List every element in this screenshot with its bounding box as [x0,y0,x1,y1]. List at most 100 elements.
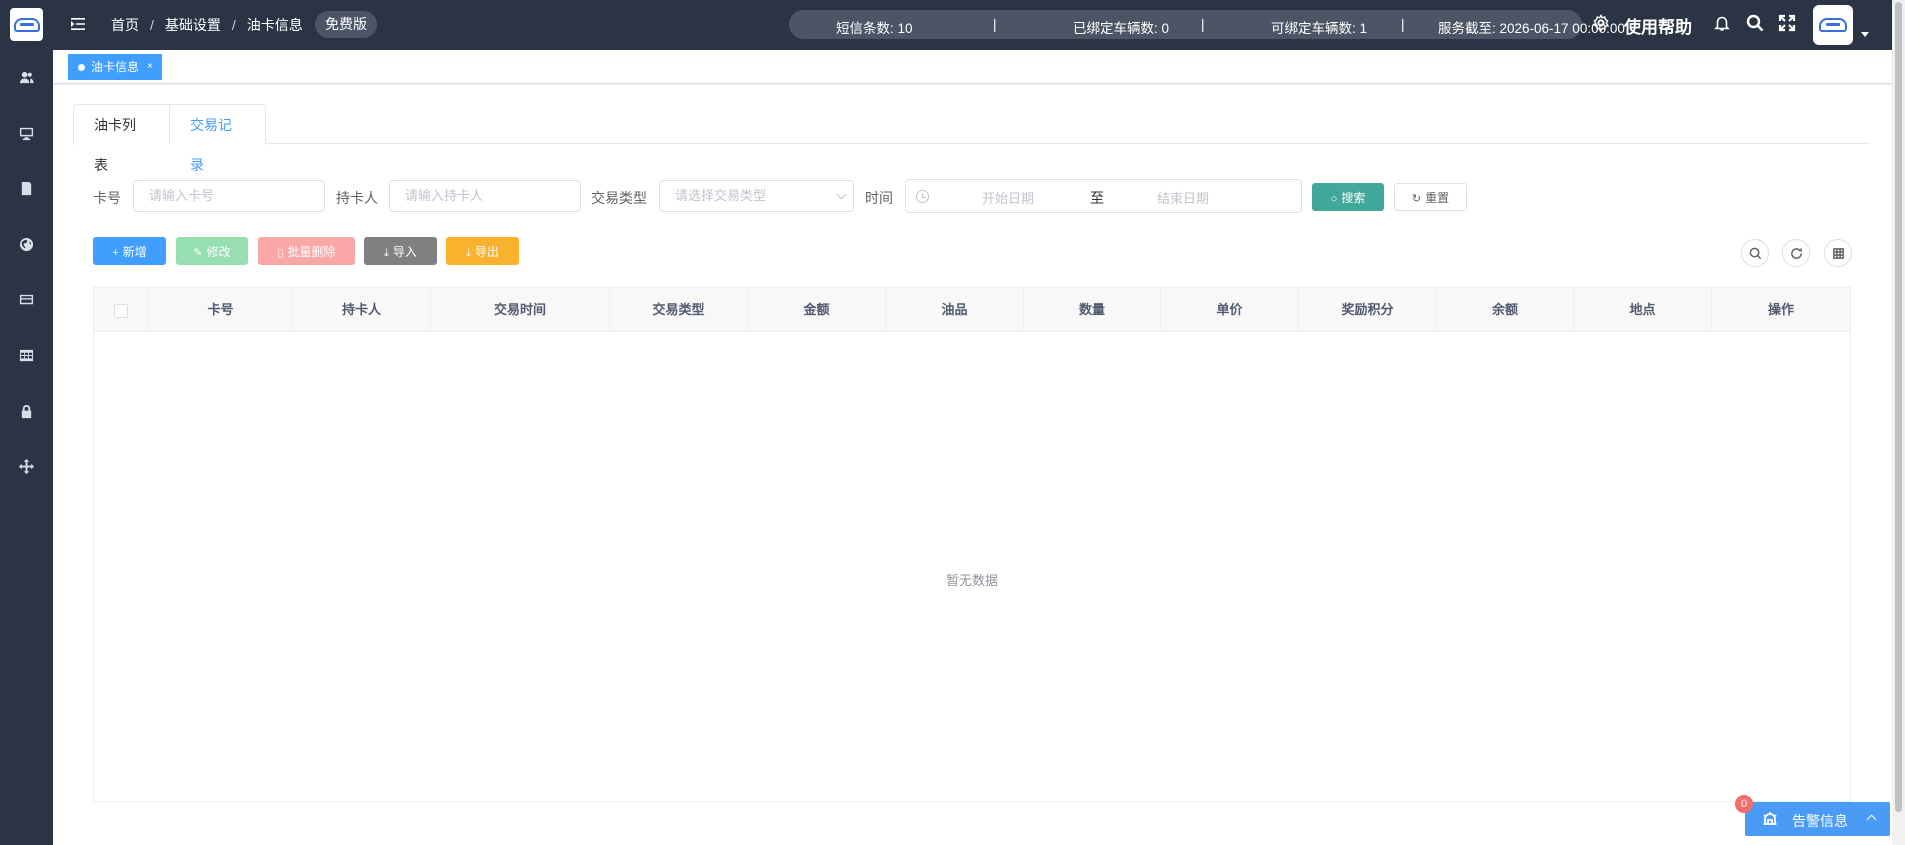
top-navbar: 首页 / 基础设置 / 油卡信息 免费版 短信条数: 10 | 已绑定车辆数: … [53,0,1892,50]
tab-bar: 油卡列表 交易记录 [73,104,1870,173]
clock-icon [916,190,929,203]
stats-separator: | [993,17,997,32]
breadcrumb-home[interactable]: 首页 [111,15,139,35]
fullscreen-button[interactable] [1778,14,1798,34]
date-range-picker[interactable]: 开始日期 至 结束日期 [905,179,1302,213]
search-button[interactable]: ○ 搜索 [1312,183,1384,211]
column-header[interactable]: 数量 [1024,288,1161,332]
sidebar-item-security[interactable] [16,401,36,421]
time-label: 时间 [865,190,893,206]
column-settings-button[interactable] [1824,239,1852,267]
app-logo[interactable] [10,8,43,41]
sidebar-item-table[interactable] [16,345,36,365]
tab-oil-card-list[interactable]: 油卡列表 [73,104,170,173]
card-no-input[interactable]: 请输入卡号 [133,180,325,212]
add-button[interactable]: + 新增 [93,237,166,265]
sidebar-item-documents[interactable] [16,178,36,198]
column-header[interactable]: 油品 [886,288,1024,332]
car-logo-icon [1819,18,1847,32]
notifications-button[interactable] [1713,14,1733,34]
alarm-panel-toggle[interactable]: 告警信息 [1745,802,1890,836]
card-no-label: 卡号 [93,190,121,206]
edit-button-label: 修改 [206,245,231,259]
user-avatar[interactable] [1813,5,1853,45]
table-empty-text: 暂无数据 [945,573,998,588]
date-range-separator: 至 [1090,190,1104,206]
download-icon: ⤓ [384,247,389,259]
help-link[interactable]: 使用帮助 [1624,13,1692,38]
search-button-label: 搜索 [1341,191,1366,205]
end-date-input[interactable]: 结束日期 [1157,188,1209,207]
sidebar-item-monitor[interactable] [16,123,36,143]
active-dot-icon [78,63,85,71]
scrollbar-thumb[interactable] [1895,2,1902,812]
fullscreen-icon [1778,14,1796,32]
trade-type-placeholder: 请选择交易类型 [675,188,767,203]
table-header: 卡号 持卡人 交易时间 交易类型 金额 油品 数量 单价 奖励积分 余额 地点 … [94,288,1850,332]
search-icon [1746,14,1764,32]
breadcrumb-current: 油卡信息 [246,17,303,33]
search-icon: ○ [1330,193,1338,205]
column-header[interactable]: 奖励积分 [1299,288,1437,332]
column-header[interactable]: 单价 [1161,288,1299,332]
chevron-up-icon [1866,814,1877,825]
stats-separator: | [1401,17,1405,32]
batch-delete-button[interactable]: ▯ 批量删除 [258,237,355,265]
column-header[interactable]: 地点 [1574,288,1712,332]
column-header[interactable]: 卡号 [149,288,293,332]
move-icon [18,458,34,474]
stats-separator: | [1201,17,1205,32]
trade-type-label: 交易类型 [591,190,647,206]
reset-button[interactable]: ↻ 重置 [1394,183,1467,211]
users-icon [19,71,34,83]
globe-icon [19,237,33,251]
select-all-checkbox[interactable] [114,303,128,318]
trash-icon: ▯ [277,247,284,259]
page-scrollbar[interactable] [1892,0,1905,845]
tab-transaction-records[interactable]: 交易记录 [169,104,266,173]
caret-down-icon[interactable] [1861,32,1869,37]
alarm-count-badge: 0 [1735,795,1753,813]
holder-input[interactable]: 请输入持卡人 [389,180,581,212]
document-icon [21,181,31,195]
search-icon [1749,247,1761,259]
column-header[interactable]: 交易类型 [610,288,748,332]
column-header[interactable]: 余额 [1437,288,1574,332]
column-header[interactable]: 持卡人 [293,288,431,332]
tags-view: 油卡信息 × [53,50,1892,84]
lock-icon [21,404,31,418]
refresh-table-button[interactable] [1782,239,1810,267]
edit-icon: ✎ [193,247,203,259]
sidebar-item-map[interactable] [16,234,36,254]
menu-fold-icon [71,18,85,30]
sidebar-item-system[interactable] [16,456,36,476]
start-date-input[interactable]: 开始日期 [982,188,1034,207]
toggle-search-button[interactable] [1741,239,1769,267]
export-button[interactable]: ⤓ 导出 [446,237,519,265]
trade-type-select[interactable]: 请选择交易类型 [659,180,854,212]
edit-button[interactable]: ✎ 修改 [176,237,248,265]
transaction-table: 卡号 持卡人 交易时间 交易类型 金额 油品 数量 单价 奖励积分 余额 地点 … [93,287,1851,802]
tag-oil-card-info[interactable]: 油卡信息 × [68,54,162,80]
bell-icon [1714,16,1730,31]
column-header[interactable]: 金额 [748,288,886,332]
sidebar-toggle-button[interactable] [69,15,87,33]
alarm-icon [1762,811,1778,827]
header-search-button[interactable] [1746,14,1766,34]
sms-count: 短信条数: 10 [836,21,913,36]
breadcrumb-separator: / [231,17,236,33]
sidebar-item-cards[interactable] [16,289,36,309]
close-icon[interactable]: × [147,55,153,79]
breadcrumb-basic-settings[interactable]: 基础设置 [165,15,221,35]
sidebar-item-users[interactable] [16,67,36,87]
settings-button[interactable] [1592,14,1612,34]
add-button-label: 新增 [122,245,147,259]
refresh-icon: ↻ [1411,193,1422,205]
column-header[interactable]: 操作 [1712,288,1850,332]
table-icon [19,349,33,361]
monitor-icon [19,127,33,140]
import-button[interactable]: ⤓ 导入 [364,237,437,265]
plus-icon: + [112,247,119,259]
select-all-cell[interactable] [94,288,149,332]
column-header[interactable]: 交易时间 [431,288,610,332]
